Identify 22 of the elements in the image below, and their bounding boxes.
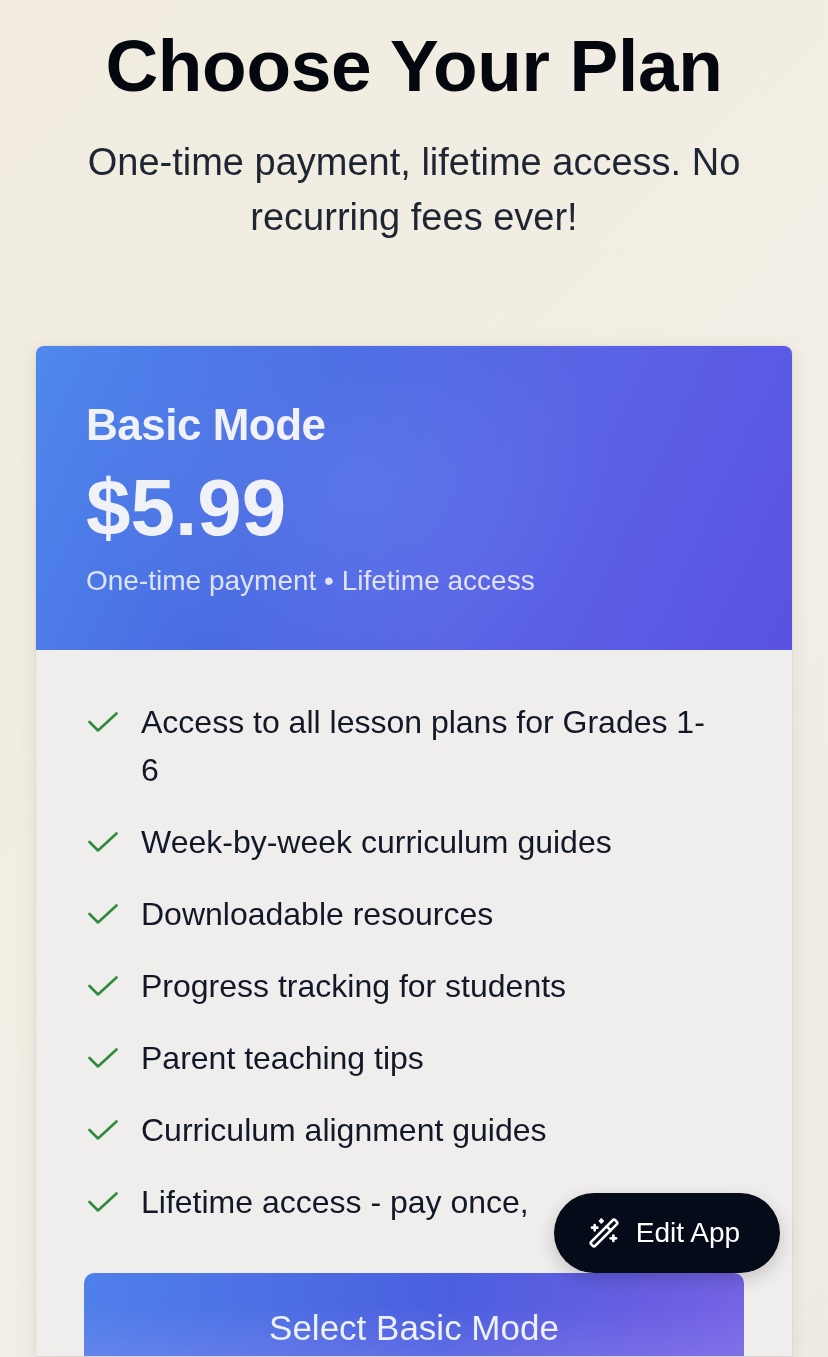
feature-text: Lifetime access - pay once, [141,1183,530,1222]
select-plan-button[interactable]: Select Basic Mode [84,1273,744,1356]
magic-wand-icon [587,1217,620,1249]
feature-text: Curriculum alignment guides [141,1111,548,1150]
feature-text: Parent teaching tips [141,1039,425,1078]
feature-text: Week-by-week curriculum guides [141,823,613,862]
feature-text: Progress tracking for students [141,967,568,1006]
check-icon [88,712,118,732]
page-subtitle: One-time payment, lifetime access. No recurring fees ever! [86,140,742,240]
plan-name: Basic Mode [86,399,326,451]
plan-price: $5.99 [86,464,287,552]
feature-text: Access to all lesson plans for Grades 1-6 [141,703,706,790]
edit-app-button[interactable]: Edit App [554,1193,780,1273]
check-icon [88,976,118,996]
page-title: Choose Your Plan [105,26,723,106]
feature-text: Downloadable resources [141,895,495,934]
check-icon [88,832,118,852]
plan-terms: One-time payment • Lifetime access [86,564,535,598]
check-icon [88,1048,118,1068]
check-icon [88,1192,118,1212]
check-icon [88,1120,118,1140]
check-icon [88,904,118,924]
